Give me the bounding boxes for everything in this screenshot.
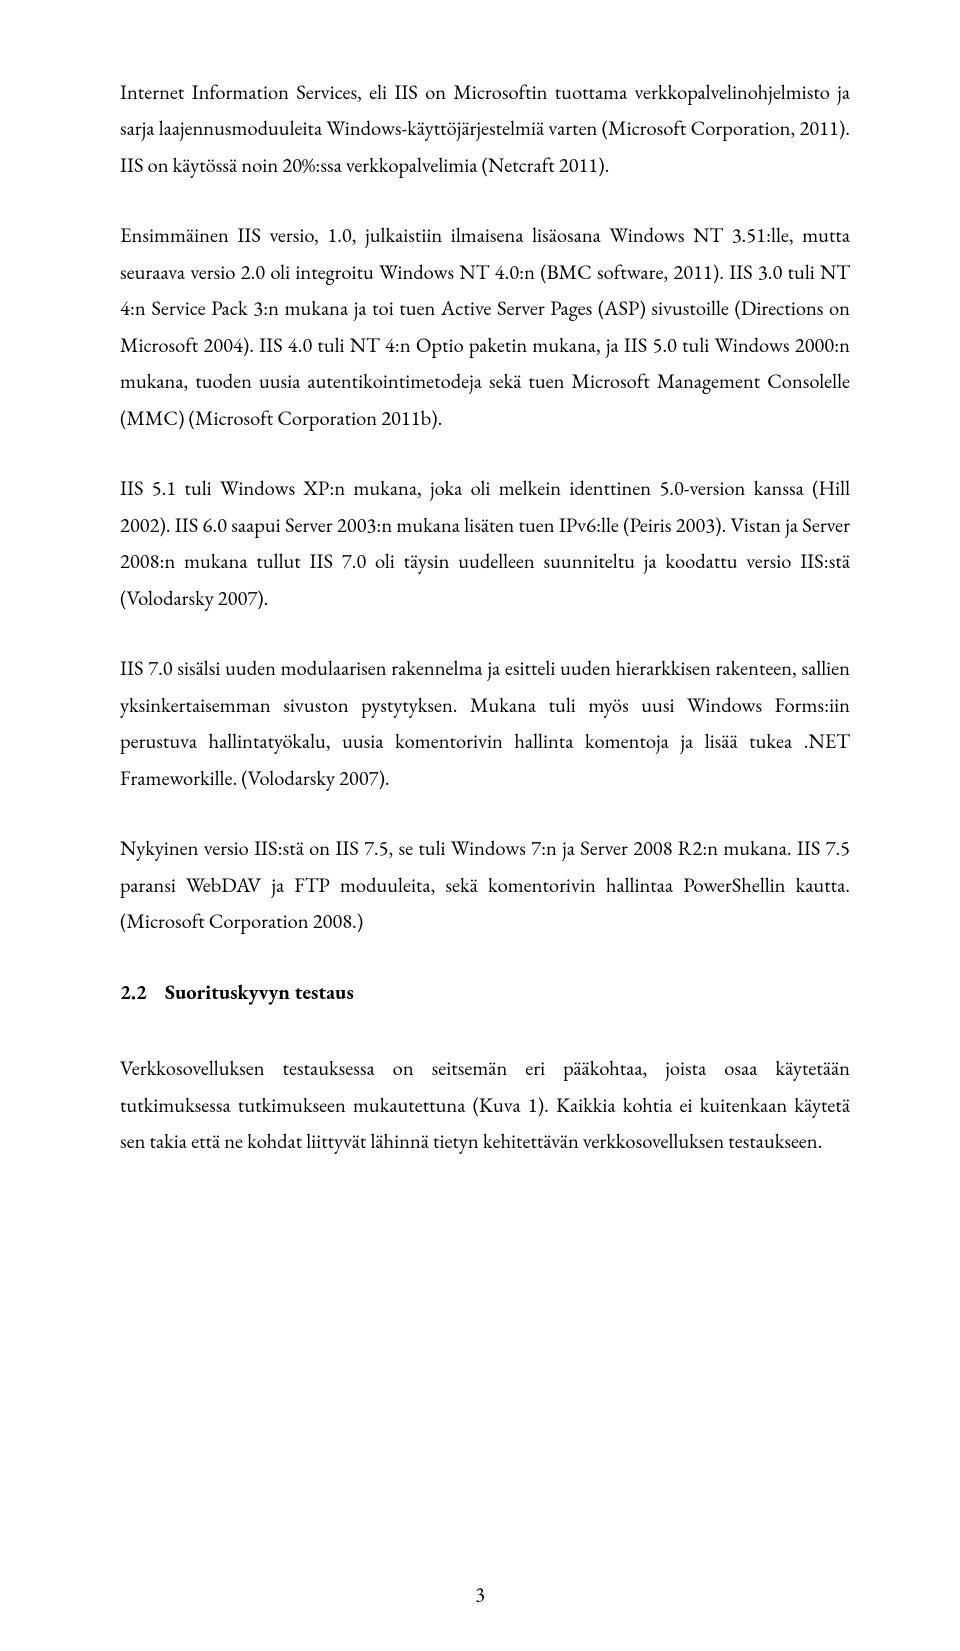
body-paragraph-3: IIS 5.1 tuli Windows XP:n mukana, joka o… xyxy=(120,471,850,617)
body-paragraph-4: IIS 7.0 sisälsi uuden modulaarisen raken… xyxy=(120,651,850,797)
body-paragraph-1: Internet Information Services, eli IIS o… xyxy=(120,75,850,184)
page-number: 3 xyxy=(0,1577,960,1613)
section-title: Suorituskyvyn testaus xyxy=(165,979,354,1006)
body-paragraph-2: Ensimmäinen IIS versio, 1.0, julkaistiin… xyxy=(120,218,850,437)
body-paragraph-6: Verkkosovelluksen testauksessa on seitse… xyxy=(120,1051,850,1160)
section-heading: 2.2 Suorituskyvyn testaus xyxy=(120,975,850,1011)
section-number: 2.2 xyxy=(120,975,160,1011)
body-paragraph-5: Nykyinen versio IIS:stä on IIS 7.5, se t… xyxy=(120,831,850,940)
